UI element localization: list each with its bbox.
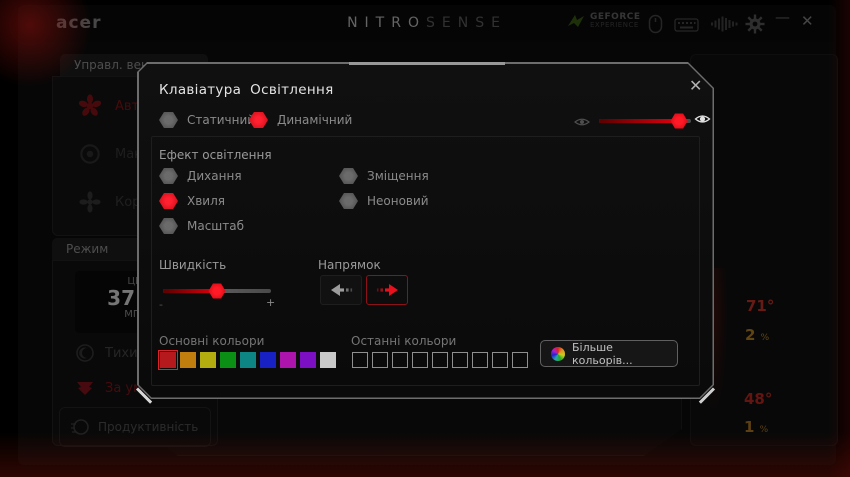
- arrow-right-icon: [374, 283, 401, 297]
- more-colors-button[interactable]: Більше кольорів...: [540, 340, 678, 367]
- nitrosense-window: acer NITROSENSE GEFORCE EXPERIENCE: [0, 0, 850, 477]
- basic-colors-row: [160, 352, 336, 368]
- effect-section-label: Ефект освітлення: [159, 148, 272, 162]
- color-swatch[interactable]: [260, 352, 276, 368]
- dialog-close-button[interactable]: ✕: [689, 76, 702, 95]
- radio-hex-icon: [249, 112, 268, 128]
- photo-glow: [0, 432, 850, 477]
- radio-hex-icon: [159, 112, 178, 128]
- brightness-slider[interactable]: [599, 119, 691, 123]
- radio-hex-icon: [159, 218, 178, 234]
- radio-hex-icon: [339, 193, 358, 209]
- recent-color-slot[interactable]: [472, 352, 488, 368]
- brightness-bright-icon: [694, 111, 711, 130]
- brightness-dim-icon: [574, 113, 590, 132]
- radio-hex-icon: [159, 193, 178, 209]
- photo-glow: [828, 0, 850, 477]
- radio-hex-icon: [159, 168, 178, 184]
- recent-color-slot[interactable]: [452, 352, 468, 368]
- radio-dynamic[interactable]: Динамічний: [249, 112, 352, 128]
- color-swatch[interactable]: [180, 352, 196, 368]
- color-swatch[interactable]: [240, 352, 256, 368]
- radio-hex-icon: [339, 168, 358, 184]
- radio-static[interactable]: Статичний: [159, 112, 255, 128]
- recent-colors-row: [352, 352, 528, 368]
- recent-color-slot[interactable]: [392, 352, 408, 368]
- recent-color-slot[interactable]: [432, 352, 448, 368]
- color-swatch[interactable]: [200, 352, 216, 368]
- dialog-top-accent: [349, 62, 505, 65]
- photo-glow: [0, 0, 100, 90]
- arrow-left-icon: [328, 283, 355, 297]
- color-swatch[interactable]: [300, 352, 316, 368]
- effect-shifting[interactable]: Зміщення: [339, 168, 429, 184]
- effect-breathing[interactable]: Дихання: [159, 168, 242, 184]
- direction-label: Напрямок: [318, 258, 381, 272]
- color-swatch[interactable]: [280, 352, 296, 368]
- effect-zoom[interactable]: Масштаб: [159, 218, 244, 234]
- dialog-title: КлавіатураОсвітлення: [159, 82, 334, 98]
- recent-color-slot[interactable]: [512, 352, 528, 368]
- speed-label: Швидкість: [159, 258, 226, 272]
- recent-color-slot[interactable]: [372, 352, 388, 368]
- speed-plus[interactable]: +: [266, 296, 275, 309]
- direction-left-button[interactable]: [320, 275, 362, 305]
- basic-colors-label: Основні кольори: [159, 334, 264, 348]
- direction-right-button[interactable]: [366, 275, 408, 305]
- recent-color-slot[interactable]: [352, 352, 368, 368]
- effect-wave[interactable]: Хвиля: [159, 193, 225, 209]
- recent-color-slot[interactable]: [492, 352, 508, 368]
- color-swatch[interactable]: [160, 352, 176, 368]
- brightness-fill: [599, 119, 679, 123]
- color-swatch[interactable]: [220, 352, 236, 368]
- color-wheel-icon: [551, 347, 565, 361]
- speed-minus[interactable]: -: [159, 298, 163, 311]
- recent-colors-label: Останні кольори: [351, 334, 456, 348]
- speed-slider[interactable]: [163, 289, 271, 293]
- effect-neon[interactable]: Неоновий: [339, 193, 429, 209]
- color-swatch[interactable]: [320, 352, 336, 368]
- keyboard-lighting-dialog: КлавіатураОсвітлення ✕ Статичний Динаміч…: [137, 62, 714, 399]
- recent-color-slot[interactable]: [412, 352, 428, 368]
